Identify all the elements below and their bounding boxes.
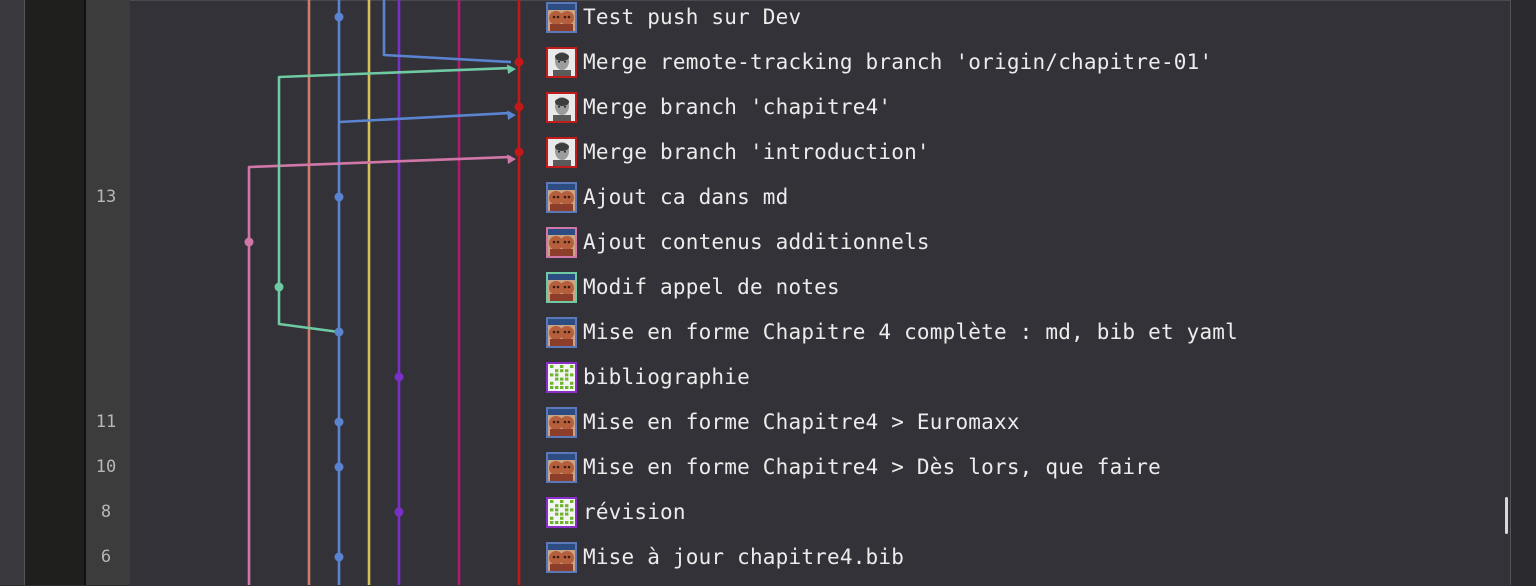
commit-dot[interactable] [334, 192, 344, 202]
branch-edge-introduction [247, 155, 512, 585]
commit-dot[interactable] [244, 237, 254, 247]
commit-row[interactable]: Ajout contenus additionnels [546, 224, 930, 260]
commit-dot[interactable] [334, 417, 344, 427]
commit-dot[interactable] [394, 507, 404, 517]
commit-message: Mise à jour chapitre4.bib [583, 545, 905, 569]
commit-dot[interactable] [334, 552, 344, 562]
commit-message: révision [583, 500, 686, 524]
identicon-avatar-icon [546, 496, 577, 528]
commit-row[interactable]: Mise en forme Chapitre 4 complète : md, … [546, 314, 1238, 350]
commit-row[interactable]: Mise en forme Chapitre4 > Euromaxx [546, 404, 1020, 440]
twins-avatar-icon [546, 316, 577, 348]
commit-message: Modif appel de notes [583, 275, 840, 299]
twins-avatar-icon [546, 271, 577, 303]
commit-message: Mise en forme Chapitre4 > Dès lors, que … [583, 455, 1161, 479]
commit-dot[interactable] [334, 12, 344, 22]
commit-row[interactable]: Mise en forme Chapitre4 > Dès lors, que … [546, 449, 1161, 485]
twins-avatar-icon [546, 541, 577, 573]
branch-edge-chapitre4 [338, 111, 512, 124]
person-avatar-icon [546, 136, 577, 168]
twins-avatar-icon [546, 181, 577, 213]
commit-dot[interactable] [334, 462, 344, 472]
branch-edge-chapitre-01 [277, 66, 512, 287]
commit-message: Ajout ca dans md [583, 185, 789, 209]
commit-dot[interactable] [514, 102, 524, 112]
commit-message: Mise en forme Chapitre4 > Euromaxx [583, 410, 1020, 434]
commit-dot[interactable] [514, 147, 524, 157]
commit-dot[interactable] [514, 57, 524, 67]
commit-message: Merge remote-tracking branch 'origin/cha… [583, 50, 1213, 74]
identicon-avatar-icon [546, 361, 577, 393]
branch-edge-blue-merge [382, 0, 512, 64]
twins-avatar-icon [546, 451, 577, 483]
commit-dot[interactable] [334, 327, 344, 337]
person-avatar-icon [546, 91, 577, 123]
commit-message: Mise en forme Chapitre 4 complète : md, … [583, 320, 1238, 344]
twins-avatar-icon [546, 1, 577, 33]
person-avatar-icon [546, 46, 577, 78]
commit-message: Merge branch 'chapitre4' [583, 95, 892, 119]
commit-dot[interactable] [394, 372, 404, 382]
commit-message: bibliographie [583, 365, 750, 389]
commit-row[interactable]: Modif appel de notes [546, 269, 840, 305]
commit-row[interactable]: Ajout ca dans md [546, 179, 789, 215]
twins-avatar-icon [546, 406, 577, 438]
commit-row[interactable]: Merge branch 'introduction' [546, 134, 930, 170]
merge-arrow-introduction [507, 154, 516, 164]
commit-dot[interactable] [274, 282, 284, 292]
commit-row[interactable]: bibliographie [546, 359, 750, 395]
commit-row[interactable]: Merge branch 'chapitre4' [546, 89, 891, 125]
commit-row[interactable]: Merge remote-tracking branch 'origin/cha… [546, 44, 1212, 80]
commit-row[interactable]: Test push sur Dev [546, 0, 801, 35]
commit-row[interactable]: Mise à jour chapitre4.bib [546, 539, 904, 575]
commit-message: Merge branch 'introduction' [583, 140, 930, 164]
twins-avatar-icon [546, 226, 577, 258]
merge-arrow-chapitre-01 [507, 64, 516, 74]
commit-row[interactable]: révision [546, 494, 686, 530]
commit-message: Ajout contenus additionnels [583, 230, 930, 254]
merge-arrow-chapitre4 [507, 110, 516, 120]
commit-message: Test push sur Dev [583, 5, 802, 29]
